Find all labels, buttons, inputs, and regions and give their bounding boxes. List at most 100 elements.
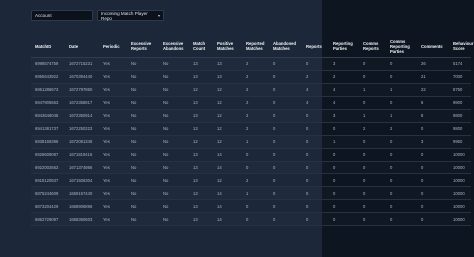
- table-row[interactable]: 6875244609 1669157440 Yes No No 13 14 1 0 0 0 0 0 0 10…: [31, 186, 471, 201]
- table-row[interactable]: 6928609087 1671819416 Yes No No 13 14 0 0 0 0 0 0 0 10…: [31, 148, 471, 162]
- table-cell: 1669157440: [65, 186, 99, 201]
- column-header[interactable]: MatchID: [31, 35, 65, 58]
- table-cell: 0: [269, 57, 302, 71]
- table-cell: 8750: [449, 83, 471, 97]
- table-cell: 6: [417, 96, 449, 110]
- table-cell: No: [159, 70, 189, 84]
- table-cell: 1671374866: [65, 161, 99, 175]
- table-cell: 0: [302, 161, 329, 175]
- table-cell: 1672350914: [65, 109, 99, 123]
- column-header[interactable]: Positive Matches: [213, 35, 242, 58]
- column-header[interactable]: Reporting Parties: [329, 35, 359, 58]
- table-cell: 13: [189, 57, 213, 71]
- table-cell: 14: [213, 186, 242, 201]
- table-cell: 0: [269, 161, 302, 175]
- column-header[interactable]: Comms Reports: [359, 35, 386, 58]
- table-cell: 14: [213, 212, 242, 227]
- table-cell: 1672715231: [65, 57, 99, 71]
- table-cell: 0: [269, 109, 302, 123]
- table-row[interactable]: 6947905563 1672358817 Yes No No 13 12 2 0 4 4 0 0 6 98…: [31, 96, 471, 110]
- account-select-value: Account: [35, 13, 52, 18]
- column-header[interactable]: Comments: [417, 35, 449, 58]
- table-cell: 8: [417, 109, 449, 123]
- report-type-select[interactable]: Incoming Match Player Repo ▾: [97, 10, 164, 21]
- table-cell: 14: [213, 161, 242, 175]
- table-cell: Yes: [99, 199, 127, 214]
- table-cell: 1668906896: [65, 199, 99, 214]
- table-cell: 0: [359, 212, 386, 227]
- table-cell: 0: [329, 212, 359, 227]
- table-cell: 6862729097: [31, 212, 65, 227]
- column-header[interactable]: Periodic: [99, 35, 127, 58]
- table-cell: 10000: [449, 148, 471, 162]
- table-cell: 0: [302, 109, 329, 123]
- table-cell: 2: [242, 57, 269, 71]
- table-cell: Yes: [99, 109, 127, 123]
- table-cell: 12: [213, 83, 242, 97]
- table-cell: 0: [269, 122, 302, 136]
- table-cell: 6938169396: [31, 135, 65, 149]
- table-cell: 0: [386, 199, 417, 214]
- table-cell: No: [159, 57, 189, 71]
- table-cell: 0: [386, 148, 417, 162]
- table-cell: 13: [213, 70, 242, 84]
- table-cell: 0: [417, 122, 449, 136]
- table-cell: 6955643922: [31, 70, 65, 84]
- table-cell: 1: [386, 83, 417, 97]
- table-cell: 0: [302, 186, 329, 201]
- table-cell: 2: [242, 173, 269, 188]
- table-cell: 0: [329, 161, 359, 175]
- table-cell: 13: [189, 70, 213, 84]
- column-header[interactable]: Abandoned Matches: [269, 35, 302, 58]
- table-cell: 13: [189, 122, 213, 136]
- table-row[interactable]: 6941381737 1672250223 Yes No No 13 12 2 0 0 0 2 2 0 98…: [31, 122, 471, 136]
- table-row[interactable]: 6873204429 1668906896 Yes No No 13 14 0 0 0 0 0 0 0 10…: [31, 199, 471, 214]
- table-row[interactable]: 6951286673 1672797860 Yes No No 12 12 2 0 4 4 1 1 22 8…: [31, 83, 471, 97]
- table-cell: Yes: [99, 83, 127, 97]
- table-cell: 22: [417, 83, 449, 97]
- table-cell: 1: [329, 135, 359, 149]
- table-cell: 0: [386, 57, 417, 71]
- column-header[interactable]: Excessive Reports: [127, 35, 159, 58]
- table-body: 6998574759 1672715231 Yes No No 13 13 2 0 0 3 0 0 26 5…: [31, 57, 471, 227]
- table-row[interactable]: 6922002663 1671374866 Yes No No 13 14 0 0 0 0 0 0 0 10…: [31, 161, 471, 175]
- table-row[interactable]: 6918120937 1671506304 Yes No No 13 12 2 0 0 0 0 0 0 10…: [31, 173, 471, 188]
- table-row[interactable]: 6998574759 1672715231 Yes No No 13 13 2 0 0 3 0 0 26 5…: [31, 57, 471, 71]
- account-select[interactable]: Account: [31, 10, 93, 21]
- table-row[interactable]: 6943646046 1672350914 Yes No No 13 12 2 0 0 3 1 1 8 98…: [31, 109, 471, 123]
- table-cell: 0: [386, 212, 417, 227]
- column-header[interactable]: Excessive Abandons: [159, 35, 189, 58]
- table-cell: 3: [329, 57, 359, 71]
- table-cell: 1670394440: [65, 70, 99, 84]
- table-cell: 6947905563: [31, 96, 65, 110]
- table-row[interactable]: 6955643922 1670394440 Yes No No 13 13 2 0 2 2 0 0 21 7…: [31, 70, 471, 84]
- table-cell: 0: [386, 135, 417, 149]
- column-header[interactable]: Reported Matches: [242, 35, 269, 58]
- column-header[interactable]: Behaviour Score: [449, 35, 473, 58]
- match-reports-table: MatchID Date Periodic Excessive Reports Exce…: [31, 35, 473, 227]
- table-cell: 10000: [449, 186, 471, 201]
- column-header[interactable]: Date: [65, 35, 99, 58]
- table-row[interactable]: 6938169396 1672081346 Yes No No 12 12 1 0 0 1 0 0 3 99…: [31, 135, 471, 149]
- table-cell: No: [159, 135, 189, 149]
- table-cell: No: [127, 83, 159, 97]
- table-cell: No: [127, 109, 159, 123]
- report-type-select-value: Incoming Match Player Repo: [101, 10, 148, 21]
- table-cell: 0: [242, 148, 269, 162]
- table-row[interactable]: 6862729097 1668360603 Yes No No 13 14 0 0 0 0 0 0 0 10…: [31, 212, 471, 227]
- table-cell: No: [127, 57, 159, 71]
- table-cell: 10000: [449, 173, 471, 188]
- table-cell: 0: [386, 96, 417, 110]
- table-cell: 13: [213, 57, 242, 71]
- column-header[interactable]: Match Count: [189, 35, 213, 58]
- table-cell: 1: [359, 109, 386, 123]
- column-header[interactable]: Comms Reporting Parties: [386, 35, 417, 58]
- table-cell: 0: [417, 161, 449, 175]
- table-cell: 4: [329, 83, 359, 97]
- table-cell: 9800: [449, 96, 471, 110]
- table-cell: 26: [417, 57, 449, 71]
- table-cell: 10000: [449, 212, 471, 227]
- table-cell: 10000: [449, 161, 471, 175]
- column-header[interactable]: Reports: [302, 35, 329, 58]
- table-cell: 0: [242, 212, 269, 227]
